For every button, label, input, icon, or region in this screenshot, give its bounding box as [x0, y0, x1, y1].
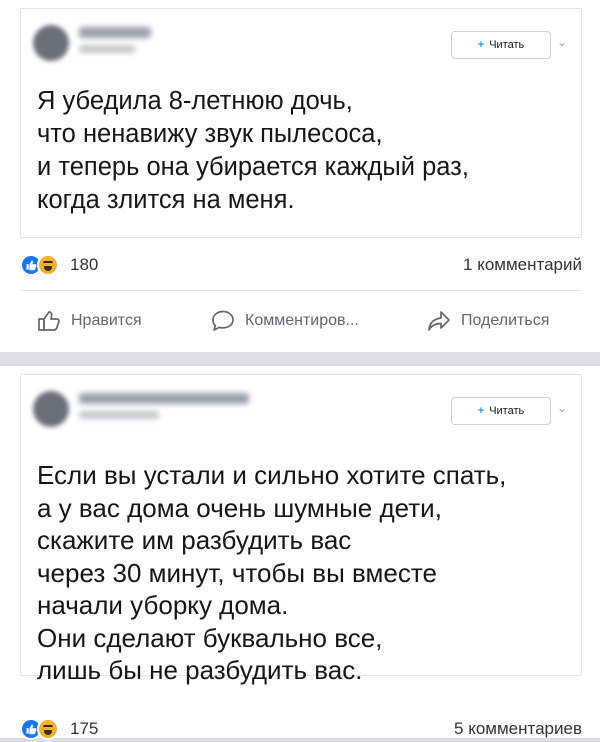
reaction-count[interactable]: 175: [70, 719, 98, 739]
tweet-line: через 30 минут, чтобы вы вместе: [37, 557, 437, 588]
tweet-line: лишь бы не разбудить вас.: [37, 655, 363, 685]
post-stats: 180 1 комментарий: [20, 252, 582, 278]
reactions-summary[interactable]: [20, 254, 66, 276]
follow-label: Читать: [489, 405, 525, 417]
blurred-author-handle: [79, 411, 159, 419]
post-actions: Нравится Комментиров... Поделиться: [0, 298, 600, 348]
tweet-line: начали уборку дома.: [37, 590, 289, 620]
add-user-icon: +: [477, 39, 485, 51]
add-user-icon: +: [477, 405, 485, 417]
like-label: Нравится: [71, 312, 142, 329]
tweet-line: Если вы устали и сильно хотите спать,: [37, 460, 507, 490]
comment-label: Комментиров...: [245, 312, 359, 329]
share-button[interactable]: Поделиться: [426, 308, 549, 334]
blurred-avatar: [33, 391, 69, 427]
blurred-author-name: [79, 27, 151, 38]
follow-button: + Читать: [451, 397, 551, 425]
share-label: Поделиться: [461, 312, 550, 329]
like-button[interactable]: Нравится: [36, 308, 142, 334]
reaction-count[interactable]: 180: [70, 255, 98, 275]
tweet-line: а у вас дома очень шумные дети,: [37, 492, 442, 523]
tweet-line: что ненавижу звук пылесоса,: [37, 120, 383, 148]
tweet-line: и теперь она убирается каждый раз,: [37, 153, 469, 181]
blurred-author-name: [79, 393, 249, 404]
thumbs-up-icon: [38, 311, 60, 331]
tweet-text: Я убедила 8-летнюю дочь, что ненавижу зв…: [37, 85, 567, 217]
comment-bubble-icon: [212, 310, 234, 331]
tweet-screenshot: + Читать ⌄ Если вы устали и сильно хотит…: [20, 374, 582, 685]
share-arrow-icon: [428, 311, 450, 331]
comments-count[interactable]: 5 комментариев: [454, 719, 582, 739]
tweet-line: скажите им разбудить вас: [37, 525, 352, 555]
tweet-line: когда злится на меня.: [37, 186, 295, 214]
tweet-line: Я убедила 8-летнюю дочь,: [37, 87, 353, 115]
haha-reaction-icon: [37, 254, 59, 276]
comments-count[interactable]: 1 комментарий: [463, 255, 582, 275]
post-card: + Читать ⌄ Я убедила 8-летнюю дочь, что …: [0, 0, 600, 352]
reactions-summary[interactable]: [20, 718, 66, 740]
comment-button[interactable]: Комментиров...: [210, 308, 359, 334]
tweet-line: Они сделают буквально все,: [37, 622, 383, 653]
post-card: + Читать ⌄ Если вы устали и сильно хотит…: [0, 366, 600, 740]
blurred-avatar: [33, 25, 69, 61]
follow-button: + Читать: [451, 31, 551, 59]
haha-reaction-icon: [37, 718, 59, 740]
tweet-text: Если вы устали и сильно хотите спать, а …: [37, 459, 567, 687]
divider: [20, 290, 582, 291]
chevron-down-icon: ⌄: [557, 401, 568, 415]
tweet-screenshot: + Читать ⌄ Я убедила 8-летнюю дочь, что …: [20, 8, 582, 238]
post-stats: 175 5 комментариев: [20, 716, 582, 742]
chevron-down-icon: ⌄: [557, 35, 568, 49]
blurred-author-handle: [79, 45, 135, 53]
follow-label: Читать: [489, 39, 525, 51]
